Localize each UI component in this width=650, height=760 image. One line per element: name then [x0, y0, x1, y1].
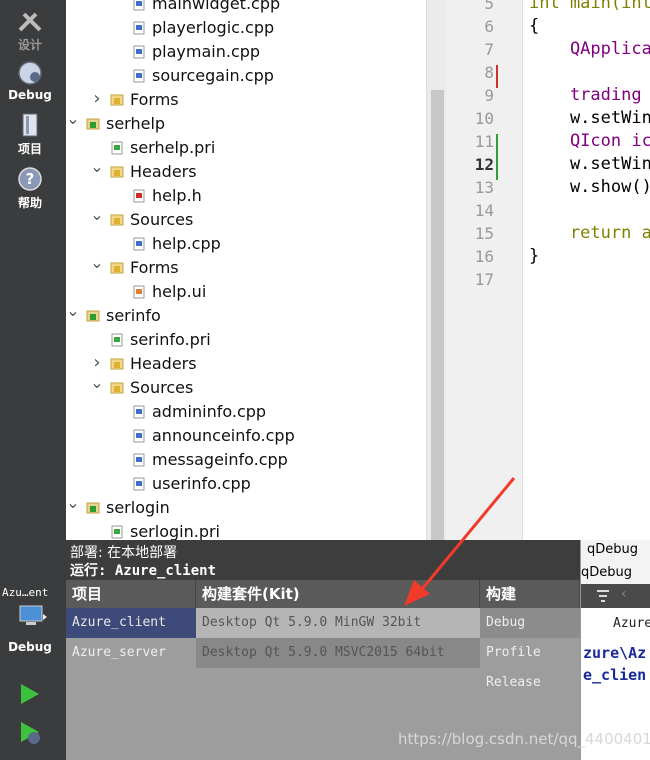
- annotation-arrow: [404, 477, 516, 606]
- watermark-text: https://blog.csdn.net/qq_44004011: [398, 730, 650, 748]
